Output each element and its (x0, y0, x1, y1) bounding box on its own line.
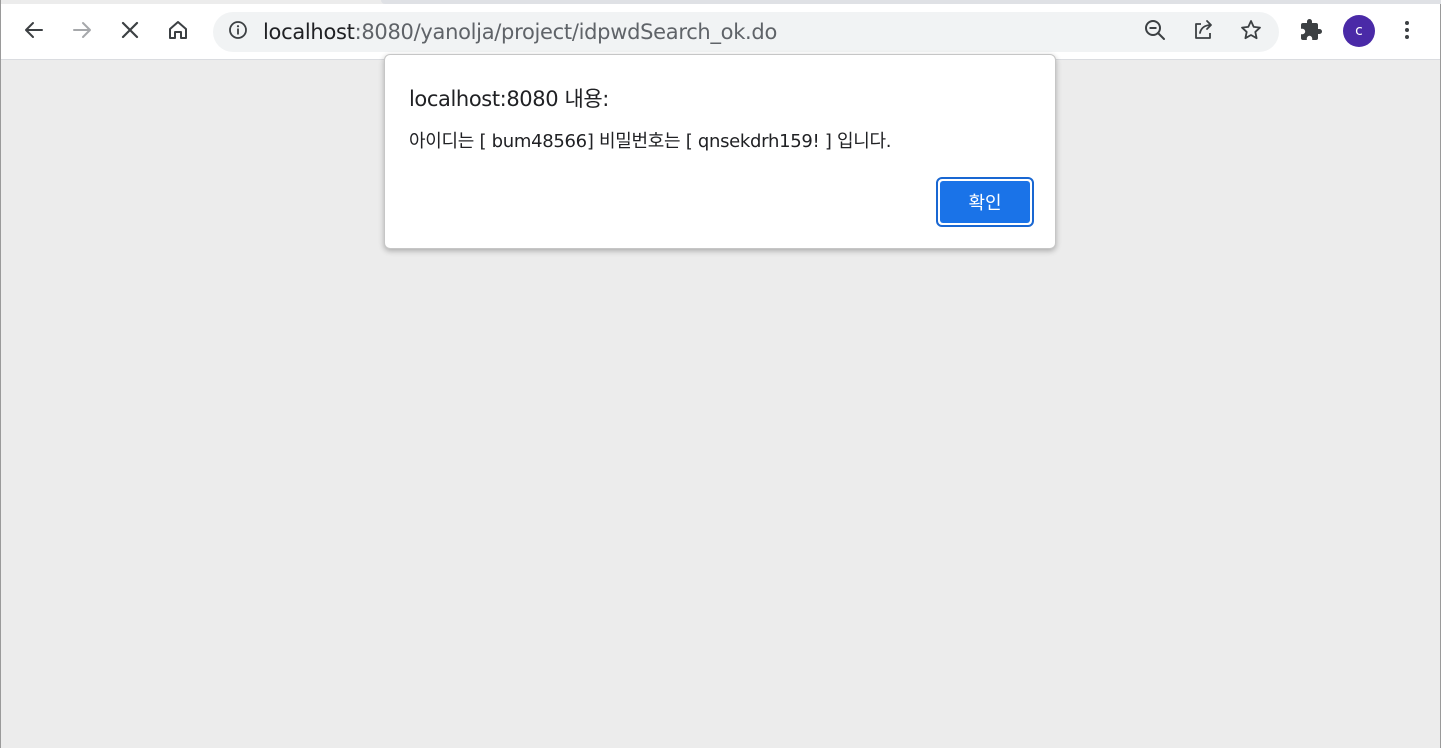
url-host: localhost (263, 20, 355, 44)
zoom-button[interactable] (1143, 19, 1167, 46)
back-button[interactable] (16, 12, 52, 48)
arrow-right-icon (70, 18, 94, 42)
bookmark-button[interactable] (1239, 18, 1263, 47)
close-icon (118, 18, 142, 42)
ok-button-label: 확인 (940, 181, 1030, 223)
browser-menu-button[interactable] (1389, 12, 1425, 48)
dialog-title: localhost:8080 내용: (409, 87, 609, 111)
profile-avatar[interactable]: c (1343, 15, 1375, 47)
info-icon (228, 20, 248, 45)
url-path: :8080/yanolja/project/idpwdSearch_ok.do (354, 20, 778, 44)
share-icon (1191, 18, 1215, 47)
url-text[interactable]: localhost:8080/yanolja/project/idpwdSear… (263, 21, 777, 43)
share-button[interactable] (1191, 18, 1215, 47)
site-info-button[interactable] (227, 20, 249, 45)
arrow-left-icon (22, 18, 46, 42)
browser-toolbar: localhost:8080/yanolja/project/idpwdSear… (1, 4, 1440, 60)
puzzle-icon (1299, 18, 1323, 42)
address-bar[interactable]: localhost:8080/yanolja/project/idpwdSear… (213, 12, 1279, 52)
home-icon (166, 18, 190, 42)
stop-loading-button[interactable] (112, 12, 148, 48)
extensions-button[interactable] (1293, 12, 1329, 48)
home-button[interactable] (160, 12, 196, 48)
alert-dialog: localhost:8080 내용: 아이디는 [ bum48566] 비밀번호… (384, 54, 1056, 249)
zoom-out-icon (1144, 19, 1166, 46)
forward-button[interactable] (64, 12, 100, 48)
dialog-message: 아이디는 [ bum48566] 비밀번호는 [ qnsekdrh159! ] … (409, 131, 892, 152)
kebab-menu-icon (1395, 18, 1419, 42)
star-icon (1239, 18, 1263, 47)
ok-button[interactable]: 확인 (936, 177, 1034, 227)
browser-window: localhost:8080/yanolja/project/idpwdSear… (0, 0, 1441, 748)
